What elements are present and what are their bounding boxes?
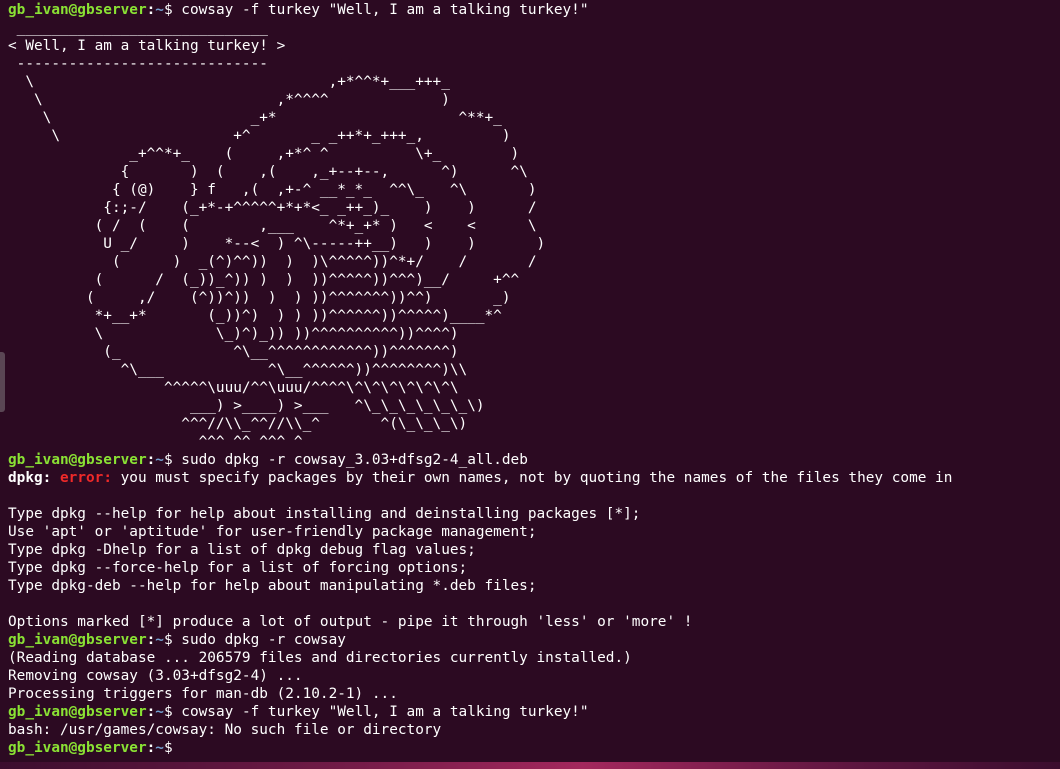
ascii-art-line: ( / (_))_^)) ) ) ))^^^^^))^^^)__/ +^^ — [8, 272, 520, 288]
ascii-art-line: ( ) _(^)^^)) ) )\^^^^^))^*+/ / / — [8, 254, 537, 270]
terminal-output: gb_ivan@gbserver:~$ cowsay -f turkey "We… — [8, 1, 1060, 757]
prompt-symbol: $ — [163, 2, 182, 18]
prompt-separator: : — [146, 452, 156, 468]
prompt-line-3: gb_ivan@gbserver:~$ sudo dpkg -r cowsay — [8, 631, 1060, 649]
ascii-art-line: \ +^ _ _++*+_+++_, ) — [8, 128, 511, 144]
ascii-art-line: \ ,+*^^*+___+++_ — [8, 74, 450, 90]
prompt-symbol: $ — [163, 632, 182, 648]
prompt-path: ~ — [155, 632, 164, 648]
prompt-line-1: gb_ivan@gbserver:~$ cowsay -f turkey "We… — [8, 1, 1060, 19]
prompt-path: ~ — [155, 452, 164, 468]
ascii-art-line: _____________________________ — [8, 20, 268, 36]
command-text: cowsay -f turkey "Well, I am a talking t… — [181, 2, 589, 18]
ascii-art-line: ( / ( ( ,___ ^*+_+* ) < < \ — [8, 218, 537, 234]
prompt-user-host: gb_ivan@gbserver — [8, 632, 147, 648]
prompt-line-4: gb_ivan@gbserver:~$ cowsay -f turkey "We… — [8, 703, 1060, 721]
error-message: you must specify packages by their own n… — [111, 470, 953, 486]
ascii-art-line: { ) ( ,( ,_+--+--, ^) ^\ — [8, 164, 528, 180]
prompt-user-host: gb_ivan@gbserver — [8, 704, 147, 720]
ascii-art-line: < Well, I am a talking turkey! > — [8, 38, 286, 54]
output-line: (Reading database ... 206579 files and d… — [8, 650, 632, 666]
terminal-window[interactable]: gb_ivan@gbserver:~$ cowsay -f turkey "We… — [0, 0, 1060, 769]
ascii-art-line: {:;-/ (_+*-+^^^^^+*+*<_ _++_)_ ) ) / — [8, 200, 537, 216]
help-line — [8, 595, 1060, 613]
cowsay-turkey-ascii-art: _____________________________ < Well, I a… — [8, 19, 1060, 451]
command-text: cowsay -f turkey "Well, I am a talking t… — [181, 704, 589, 720]
help-line: Type dpkg --force-help for a list of for… — [8, 560, 468, 576]
ascii-art-line: *+__+* (_))^) ) ) ))^^^^^^))^^^^^)____*^ — [8, 308, 502, 324]
prompt-path: ~ — [155, 704, 164, 720]
dpkg-remove-output: (Reading database ... 206579 files and d… — [8, 649, 1060, 703]
prompt-path: ~ — [155, 2, 164, 18]
ascii-art-line: { (@) } f ,( ,+-^ __*_*_ ^^\_ ^\ ) — [8, 182, 537, 198]
command-text: sudo dpkg -r cowsay_3.03+dfsg2-4_all.deb — [181, 452, 528, 468]
ascii-art-line: ( ,/ (^))^)) ) ) ))^^^^^^^))^^) _) — [8, 290, 511, 306]
prompt-separator: : — [146, 2, 156, 18]
help-line — [8, 487, 1060, 505]
bash-error-line: bash: /usr/games/cowsay: No such file or… — [8, 722, 442, 738]
help-line: Type dpkg --help for help about installi… — [8, 506, 641, 522]
ascii-art-line: (_ ^\__^^^^^^^^^^^^))^^^^^^^) — [8, 344, 459, 360]
help-line: Use 'apt' or 'aptitude' for user-friendl… — [8, 524, 537, 540]
desktop-background-strip — [0, 762, 1060, 769]
ascii-art-line: \ _+* ^**+_ — [8, 110, 502, 126]
prompt-line-active[interactable]: gb_ivan@gbserver:~$ — [8, 739, 1060, 757]
prompt-symbol: $ — [163, 740, 182, 756]
dpkg-error-line: dpkg: error: you must specify packages b… — [8, 469, 1060, 487]
prompt-separator: : — [146, 704, 156, 720]
prompt-separator: : — [146, 632, 156, 648]
ascii-art-line: ^^^//\\_^^//\\_^ ^(\_\_\_\) — [8, 416, 468, 432]
ascii-art-line: \ ,*^^^^ ) — [8, 92, 450, 108]
ascii-art-line: \ \_)^)_)) ))^^^^^^^^^^))^^^^) — [8, 326, 459, 342]
prompt-user-host: gb_ivan@gbserver — [8, 452, 147, 468]
output-line: Processing triggers for man-db (2.10.2-1… — [8, 686, 398, 702]
scrollbar[interactable] — [0, 352, 5, 412]
prompt-symbol: $ — [163, 704, 182, 720]
ascii-art-line: ___) >____) >___ ^\_\_\_\_\_\_\) — [8, 398, 485, 414]
ascii-art-line: ^\___ ^\__^^^^^^))^^^^^^^^)\\ — [8, 362, 468, 378]
prompt-separator: : — [146, 740, 156, 756]
prompt-symbol: $ — [163, 452, 182, 468]
prompt-path: ~ — [155, 740, 164, 756]
prompt-user-host: gb_ivan@gbserver — [8, 740, 147, 756]
error-label: error: — [60, 470, 112, 486]
ascii-art-line: ^^^^^\uuu/^^\uuu/^^^^\^\^\^\^\^\^\ — [8, 380, 459, 396]
dpkg-help-output: Type dpkg --help for help about installi… — [8, 487, 1060, 631]
text-cursor — [181, 739, 189, 755]
help-line: Type dpkg-deb --help for help about mani… — [8, 578, 537, 594]
dpkg-label: dpkg: — [8, 470, 52, 486]
output-line: Removing cowsay (3.03+dfsg2-4) ... — [8, 668, 303, 684]
ascii-art-line: _+^^*+_ ( ,+*^ ^ \+_ ) — [8, 146, 520, 162]
prompt-user-host: gb_ivan@gbserver — [8, 2, 147, 18]
ascii-art-line: U _/ ) *--< ) ^\-----++__) ) ) ) — [8, 236, 546, 252]
command-text: sudo dpkg -r cowsay — [181, 632, 346, 648]
ascii-art-line: ----------------------------- — [8, 56, 268, 72]
help-line: Options marked [*] produce a lot of outp… — [8, 614, 693, 630]
prompt-line-2: gb_ivan@gbserver:~$ sudo dpkg -r cowsay_… — [8, 451, 1060, 469]
ascii-art-line: ^^^ ^^ ^^^ ^ — [8, 434, 303, 450]
help-line: Type dpkg -Dhelp for a list of dpkg debu… — [8, 542, 476, 558]
